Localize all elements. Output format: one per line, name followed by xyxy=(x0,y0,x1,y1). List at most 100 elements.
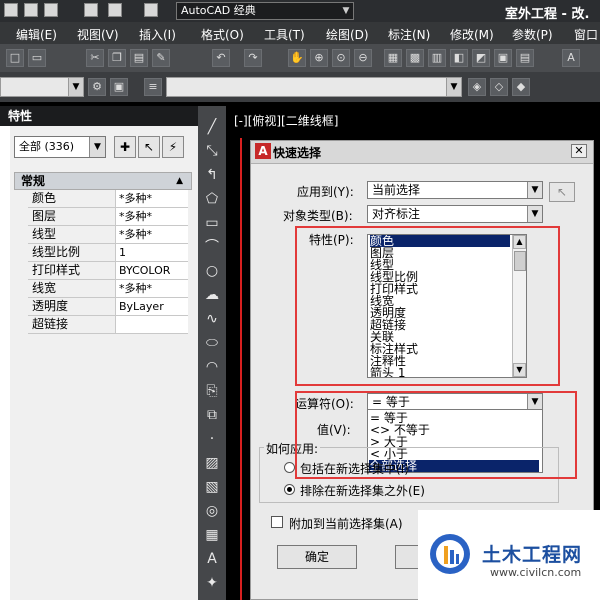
zoom-realtime-icon[interactable]: ⊕ xyxy=(310,49,328,67)
multiline-text-icon[interactable]: A xyxy=(203,550,221,568)
layer-properties-icon[interactable]: ≡ xyxy=(144,78,162,96)
quick-select-icon[interactable]: ⚡ xyxy=(162,136,184,158)
include-radio[interactable] xyxy=(284,462,295,473)
table-icon[interactable]: ▦ xyxy=(203,526,221,544)
open-file-icon[interactable]: ▭ xyxy=(28,49,46,67)
append-checkbox-label[interactable]: 附加到当前选择集(A) xyxy=(289,515,403,532)
watermark-title: 土木工程网 xyxy=(482,544,583,566)
undo-icon[interactable]: ↶ xyxy=(212,49,230,67)
viewport-controls[interactable]: [-][俯视][二维线框] xyxy=(234,112,338,129)
selection-filter-value: 全部 (336) xyxy=(19,140,75,153)
rectangle-icon[interactable]: ▭ xyxy=(203,214,221,232)
layer-match-icon[interactable]: ◆ xyxy=(512,78,530,96)
object-type-select[interactable]: 对齐标注 ▼ xyxy=(367,205,543,223)
property-value[interactable]: *多种* xyxy=(116,280,188,297)
new-file-icon[interactable]: □ xyxy=(6,49,24,67)
exclude-radio-label[interactable]: 排除在新选择集之外(E) xyxy=(300,482,425,499)
menu-window[interactable]: 窗口 xyxy=(574,26,598,43)
gear-icon[interactable]: ⚙ xyxy=(88,78,106,96)
hatch-icon[interactable]: ▨ xyxy=(203,454,221,472)
layer-previous-icon[interactable]: ◇ xyxy=(490,78,508,96)
selection-filter-select[interactable]: 全部 (336) ▼ xyxy=(14,136,106,158)
zoom-previous-icon[interactable]: ⊖ xyxy=(354,49,372,67)
pan-icon[interactable]: ✋ xyxy=(288,49,306,67)
menu-draw[interactable]: 绘图(D) xyxy=(326,26,369,43)
markup-icon[interactable]: ◩ xyxy=(472,49,490,67)
menu-view[interactable]: 视图(V) xyxy=(77,26,119,43)
category-general[interactable]: 常规 ▲ xyxy=(14,172,192,190)
save-icon[interactable] xyxy=(24,3,38,17)
sheet-set-icon[interactable]: ◧ xyxy=(450,49,468,67)
property-value[interactable]: BYCOLOR xyxy=(116,262,188,279)
redo-icon[interactable]: ↷ xyxy=(244,49,262,67)
append-checkbox[interactable] xyxy=(271,516,283,528)
property-row-layer[interactable]: 图层 *多种* xyxy=(28,208,188,226)
undo-icon[interactable] xyxy=(108,3,122,17)
construction-line-icon[interactable]: ⤡ xyxy=(203,142,221,160)
close-icon[interactable]: ✕ xyxy=(571,144,587,158)
style-combo[interactable]: ▼ xyxy=(166,77,462,97)
select-objects-button[interactable]: ↖ xyxy=(549,182,575,202)
spline-icon[interactable]: ∿ xyxy=(203,310,221,328)
insert-block-icon[interactable]: ⎘ xyxy=(203,382,221,400)
property-value[interactable]: *多种* xyxy=(116,190,188,207)
layer-states-icon[interactable]: ▣ xyxy=(110,78,128,96)
tool-palettes-icon[interactable]: ▥ xyxy=(428,49,446,67)
cut-icon[interactable]: ✂ xyxy=(86,49,104,67)
property-value[interactable] xyxy=(116,316,188,333)
design-center-icon[interactable]: ▩ xyxy=(406,49,424,67)
calculator-icon[interactable]: ▣ xyxy=(494,49,512,67)
make-current-icon[interactable]: ◈ xyxy=(468,78,486,96)
circle-icon[interactable]: ○ xyxy=(203,262,221,280)
ok-button[interactable]: 确定 xyxy=(277,545,357,569)
property-value[interactable]: *多种* xyxy=(116,208,188,225)
menu-parameters[interactable]: 参数(P) xyxy=(512,26,553,43)
arc-icon[interactable]: ⌒ xyxy=(203,238,221,256)
ellipse-icon[interactable]: ⬭ xyxy=(203,334,221,352)
add-selected-icon[interactable]: ✦ xyxy=(203,574,221,592)
redo-icon[interactable] xyxy=(144,3,158,17)
print-icon[interactable] xyxy=(84,3,98,17)
properties-icon[interactable]: ▦ xyxy=(384,49,402,67)
ellipse-arc-icon[interactable]: ◠ xyxy=(203,358,221,376)
calculator-icon-2[interactable]: ▤ xyxy=(516,49,534,67)
property-value[interactable]: 1 xyxy=(116,244,188,261)
exclude-radio[interactable] xyxy=(284,484,295,495)
point-icon[interactable]: · xyxy=(203,430,221,448)
revision-cloud-icon[interactable]: ☁ xyxy=(203,286,221,304)
layer-combo[interactable]: ▼ xyxy=(0,77,84,97)
polygon-icon[interactable]: ⬠ xyxy=(203,190,221,208)
paste-icon[interactable]: ▤ xyxy=(130,49,148,67)
region-icon[interactable]: ◎ xyxy=(203,502,221,520)
dialog-title-bar[interactable]: A 快速选择 ✕ xyxy=(251,141,593,164)
make-block-icon[interactable]: ⧉ xyxy=(203,406,221,424)
app-menu-icon[interactable] xyxy=(4,3,18,17)
property-row-hyperlink[interactable]: 超链接 xyxy=(28,316,188,334)
workspace-select[interactable]: AutoCAD 经典 ▼ xyxy=(176,2,354,20)
property-row-plot-style[interactable]: 打印样式 BYCOLOR xyxy=(28,262,188,280)
match-properties-icon[interactable]: ✎ xyxy=(152,49,170,67)
property-row-transparency[interactable]: 透明度 ByLayer xyxy=(28,298,188,316)
menu-modify[interactable]: 修改(M) xyxy=(450,26,494,43)
menu-tools[interactable]: 工具(T) xyxy=(264,26,305,43)
copy-icon[interactable]: ❐ xyxy=(108,49,126,67)
menu-insert[interactable]: 插入(I) xyxy=(139,26,176,43)
select-objects-icon[interactable]: ↖ xyxy=(138,136,160,158)
zoom-window-icon[interactable]: ⊙ xyxy=(332,49,350,67)
property-value[interactable]: ByLayer xyxy=(116,298,188,315)
menu-format[interactable]: 格式(O) xyxy=(201,26,244,43)
toggle-pickadd-icon[interactable]: ✚ xyxy=(114,136,136,158)
save-as-icon[interactable] xyxy=(44,3,58,17)
property-row-linetype-scale[interactable]: 线型比例 1 xyxy=(28,244,188,262)
line-icon[interactable]: ╱ xyxy=(203,118,221,136)
property-row-lineweight[interactable]: 线宽 *多种* xyxy=(28,280,188,298)
property-value[interactable]: *多种* xyxy=(116,226,188,243)
property-row-color[interactable]: 颜色 *多种* xyxy=(28,190,188,208)
polyline-icon[interactable]: ↰ xyxy=(203,166,221,184)
apply-to-select[interactable]: 当前选择 ▼ xyxy=(367,181,543,199)
menu-dimension[interactable]: 标注(N) xyxy=(388,26,430,43)
menu-edit[interactable]: 编辑(E) xyxy=(16,26,57,43)
property-row-linetype[interactable]: 线型 *多种* xyxy=(28,226,188,244)
gradient-icon[interactable]: ▧ xyxy=(203,478,221,496)
text-style-icon[interactable]: A xyxy=(562,49,580,67)
